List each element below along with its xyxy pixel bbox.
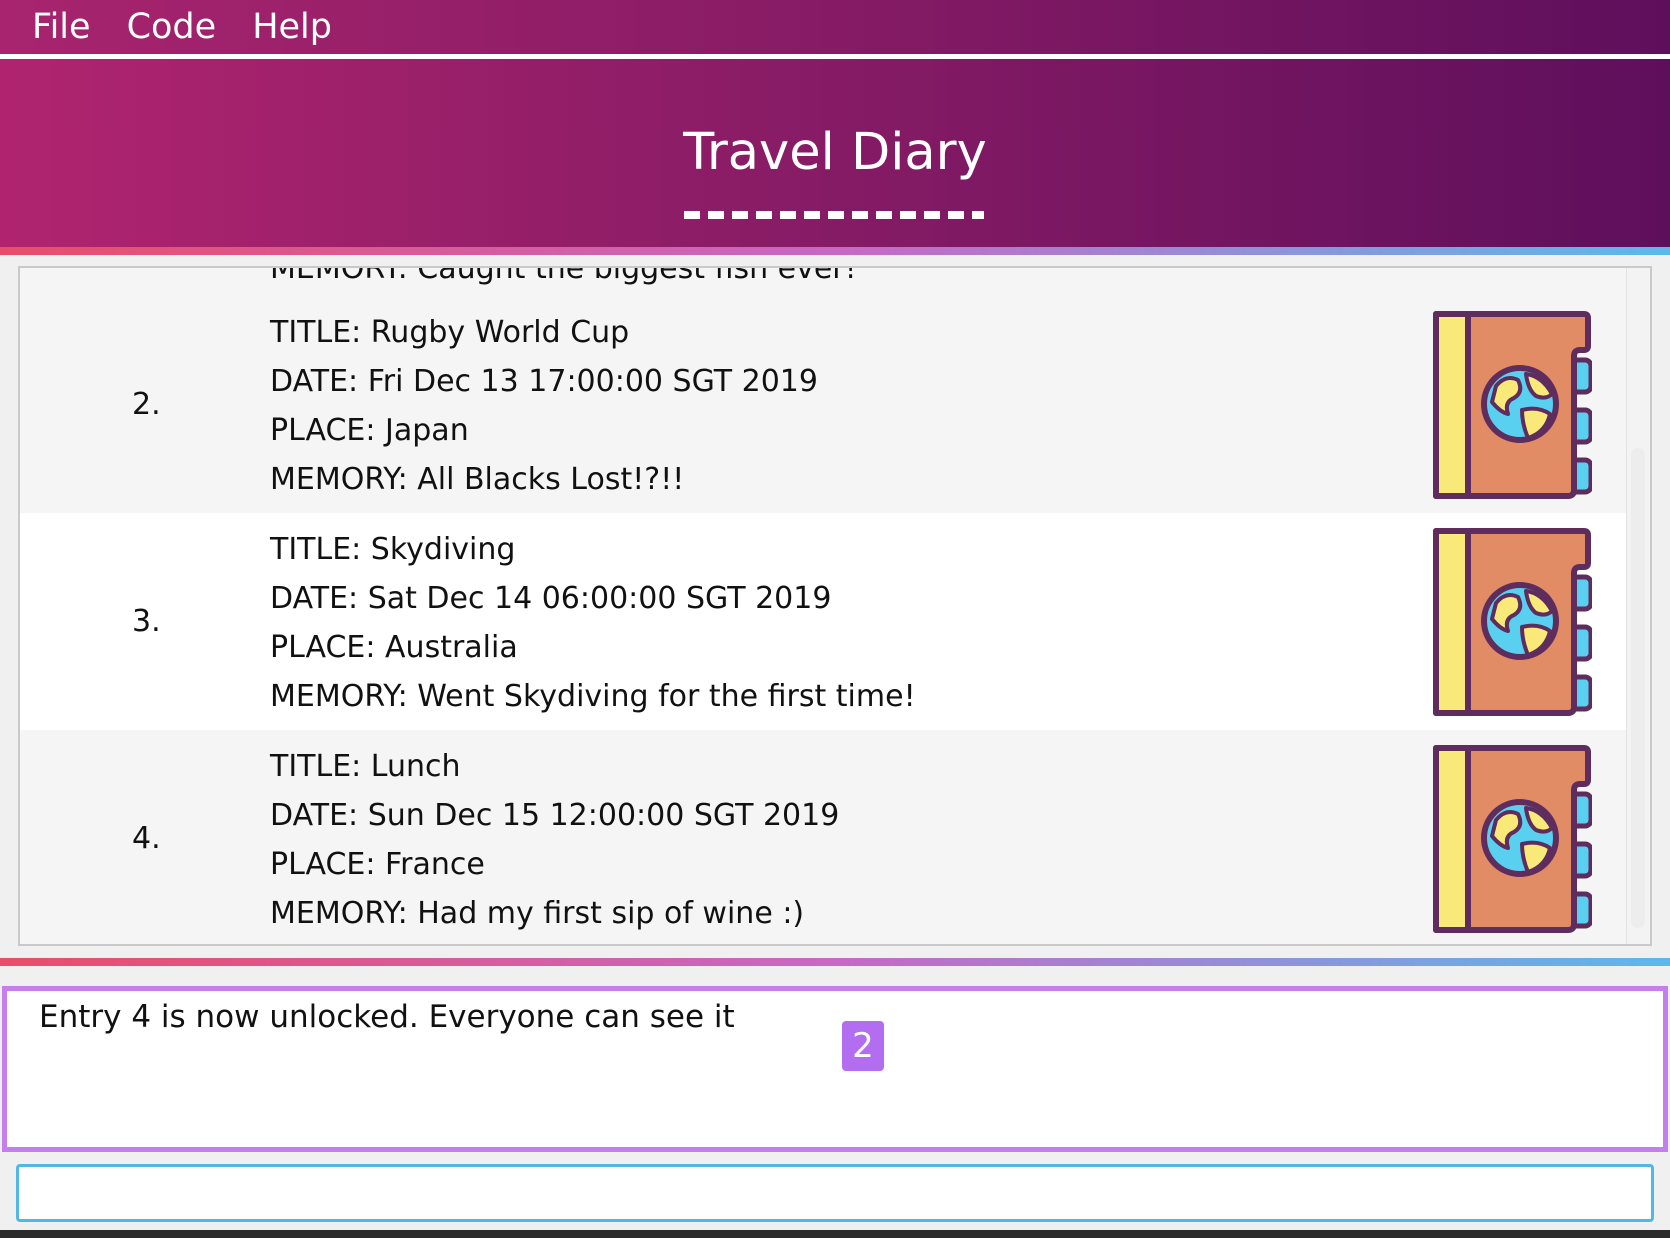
window-bottom-edge	[0, 1230, 1670, 1238]
annotation-badge: 2	[842, 1021, 884, 1071]
entry-place: PLACE: France	[270, 847, 485, 882]
entry-title: TITLE: Lunch	[270, 749, 461, 784]
diary-entry-fields: TITLE: Skydiving DATE: Sat Dec 14 06:00:…	[270, 525, 916, 721]
entry-index: 2.	[132, 387, 161, 422]
passport-globe-icon	[1430, 744, 1594, 939]
app-title: Travel Diary	[683, 123, 987, 182]
diary-entry-list-content: MEMORY: Caught the biggest fish ever! 2.…	[20, 266, 1626, 944]
menu-bar: File Code Help	[0, 0, 1670, 54]
app-header: Travel Diary	[0, 59, 1670, 247]
entry-place: PLACE: Australia	[270, 630, 518, 665]
diary-entry-list[interactable]: MEMORY: Caught the biggest fish ever! 2.…	[18, 266, 1652, 946]
entry-place: PLACE: Japan	[270, 413, 469, 448]
entry-memory: MEMORY: All Blacks Lost!?!!	[270, 462, 685, 497]
header-accent-line	[0, 247, 1670, 255]
diary-entry-3[interactable]: 3. TITLE: Skydiving DATE: Sat Dec 14 06:…	[20, 513, 1626, 730]
passport-globe-icon	[1430, 310, 1594, 505]
diary-entry-4[interactable]: 4. TITLE: Lunch DATE: Sun Dec 15 12:00:0…	[20, 730, 1626, 944]
diary-entry-1[interactable]: MEMORY: Caught the biggest fish ever!	[20, 266, 1626, 296]
entry-title: TITLE: Skydiving	[270, 532, 516, 567]
result-message: Entry 4 is now unlocked. Everyone can se…	[39, 999, 735, 1035]
diary-entry-fields: TITLE: Lunch DATE: Sun Dec 15 12:00:00 S…	[270, 742, 839, 938]
entry-memory: MEMORY: Went Skydiving for the first tim…	[270, 679, 916, 714]
entry-title: TITLE: Rugby World Cup	[270, 315, 630, 350]
list-accent-line	[0, 958, 1670, 966]
diary-entry-fields: MEMORY: Caught the biggest fish ever!	[270, 266, 857, 291]
menu-code[interactable]: Code	[109, 7, 235, 47]
list-scrollbar-thumb[interactable]	[1631, 448, 1645, 928]
menu-file[interactable]: File	[14, 7, 109, 47]
diary-entry-2[interactable]: 2. TITLE: Rugby World Cup DATE: Fri Dec …	[20, 296, 1626, 513]
entry-date: DATE: Sat Dec 14 06:00:00 SGT 2019	[270, 581, 832, 616]
entry-index: 4.	[132, 821, 161, 856]
result-display: Entry 4 is now unlocked. Everyone can se…	[2, 986, 1668, 1152]
entry-date: DATE: Fri Dec 13 17:00:00 SGT 2019	[270, 364, 818, 399]
passport-globe-icon	[1430, 268, 1592, 269]
diary-entry-fields: TITLE: Rugby World Cup DATE: Fri Dec 13 …	[270, 308, 818, 504]
passport-globe-icon	[1430, 527, 1594, 722]
menu-help[interactable]: Help	[234, 7, 350, 47]
title-underline	[684, 211, 984, 219]
entry-memory: MEMORY: Had my first sip of wine :)	[270, 896, 805, 931]
entry-memory: MEMORY: Caught the biggest fish ever!	[270, 266, 857, 286]
entry-index: 3.	[132, 604, 161, 639]
entry-date: DATE: Sun Dec 15 12:00:00 SGT 2019	[270, 798, 840, 833]
command-input[interactable]	[16, 1164, 1654, 1222]
